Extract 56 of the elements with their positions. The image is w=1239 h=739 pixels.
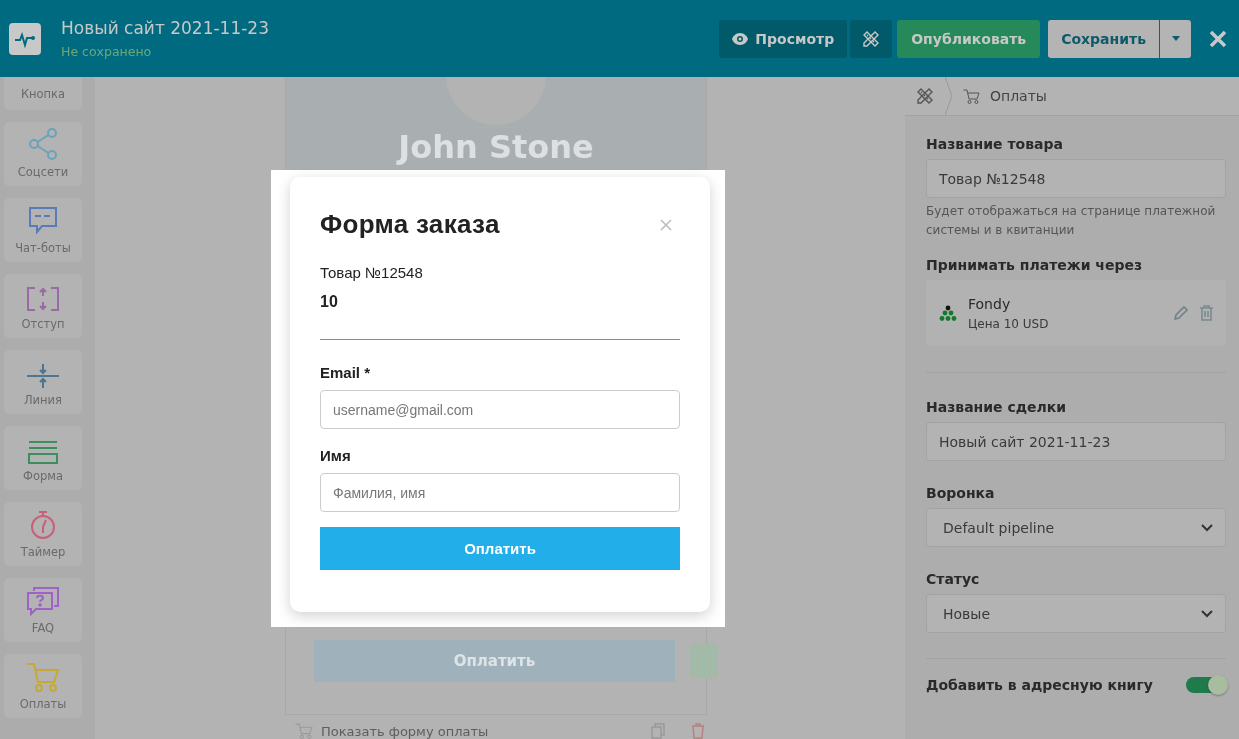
dialog-title: Форма заказа [320,209,500,240]
block-tile[interactable]: Таймер [4,502,82,566]
site-title: Новый сайт 2021-11-23 [61,18,270,38]
field-label: Статус [926,571,981,587]
pipeline-select[interactable]: Default pipeline [926,508,1226,547]
block-tile[interactable]: Линия [4,350,82,414]
save-status: Не сохранено [61,44,153,59]
field-hint: Будет отображаться на странице платежной системы и в квитанции [926,203,1217,239]
input-field[interactable]: username@gmail.com [320,390,680,429]
chevron-down-icon [1201,609,1213,618]
pay-button[interactable]: Оплатить [314,640,675,682]
toggle-label: Добавить в адресную книгу [926,677,1153,693]
toggle-switch[interactable] [1186,677,1226,693]
publish-button[interactable]: Опубликовать [897,19,1041,58]
chevron-down-icon [1201,523,1213,532]
field-label: Имя [320,447,352,464]
cart-icon [963,88,980,104]
block-tile[interactable]: Оплаты [4,654,82,718]
save-options-button[interactable] [1160,19,1191,58]
block-tile[interactable]: Кнопка [4,77,82,110]
cart-icon [295,723,313,739]
pay-button[interactable]: Оплатить [320,527,680,570]
caret-icon [1171,36,1180,41]
pulse-logo-icon [9,22,41,55]
block-tile[interactable]: Отступ [4,274,82,338]
copy-icon[interactable] [651,723,665,739]
breadcrumb-item[interactable]: Оплаты [990,88,1047,104]
trash-icon[interactable] [1199,305,1214,321]
fondy-logo-icon [938,304,958,322]
block-tile[interactable]: Соцсети [4,122,82,186]
deal-name-field[interactable]: Новый сайт 2021-11-23 [926,422,1226,461]
trash-icon[interactable] [691,723,705,739]
input-field[interactable]: Фамилия, имя [320,473,680,512]
block-tile[interactable]: Чат-боты [4,198,82,262]
field-label: Email * [320,364,372,381]
status-select[interactable]: Новые [926,594,1226,633]
gateway-price: Цена 10 USD [968,316,1050,331]
product-name: Товар №12548 [320,264,424,281]
product-name-field[interactable]: Товар №12548 [926,159,1226,198]
pencil-icon[interactable] [1173,305,1189,321]
field-label: Воронка [926,485,996,501]
save-button[interactable]: Сохранить [1048,19,1159,58]
close-icon[interactable] [660,218,672,231]
preview-button[interactable]: Просмотр [719,19,848,58]
pencil-ruler-icon [915,86,935,106]
gateway-name: Fondy [968,295,1012,312]
show-payment-form-link[interactable]: Показать форму оплаты [321,723,489,739]
field-label: Название сделки [926,399,1068,415]
eye-icon [732,32,749,45]
block-tile[interactable]: FAQ [4,578,82,642]
block-tile[interactable]: Форма [4,426,82,490]
field-label: Принимать платежи через [926,257,1144,273]
design-tools-button[interactable] [850,19,893,58]
product-price: 10 [320,293,339,311]
close-icon[interactable] [1209,29,1227,48]
field-label: Название товара [926,136,1064,152]
